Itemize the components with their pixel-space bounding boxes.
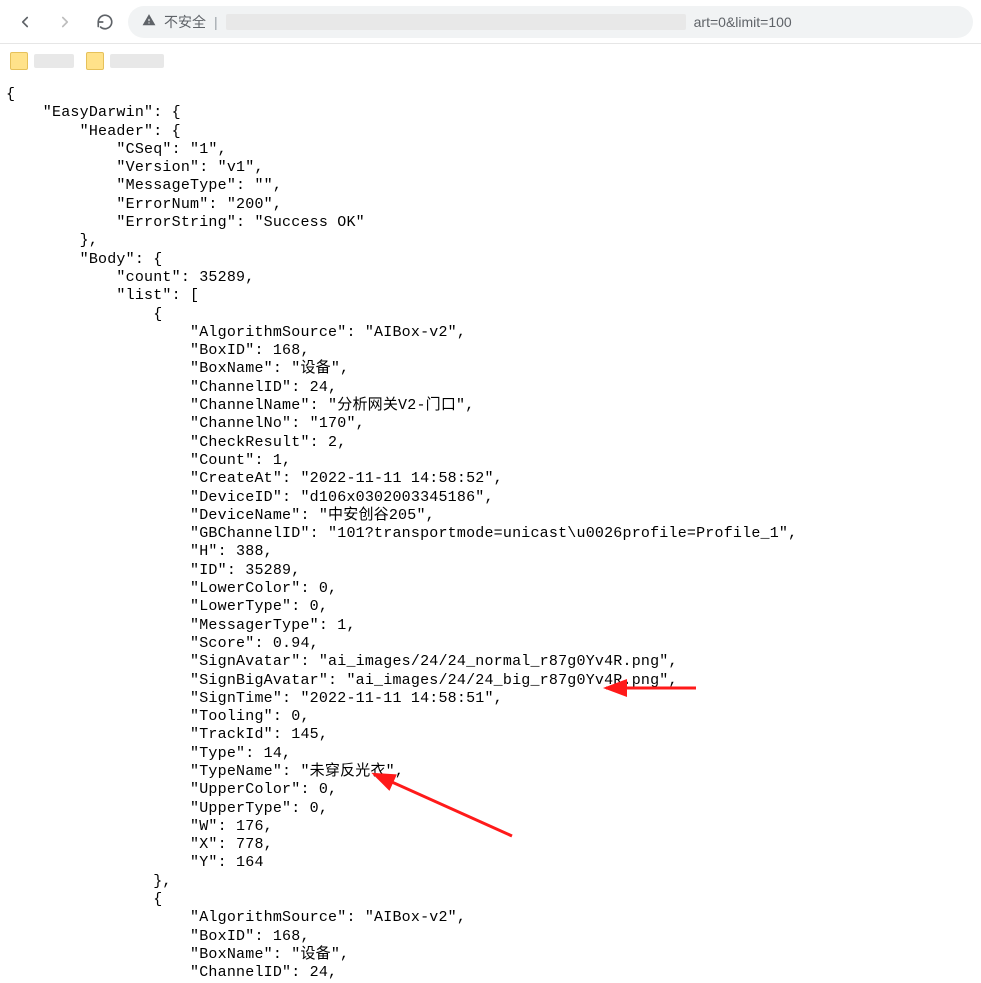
bookmarks-bar [0,44,981,78]
forward-button[interactable] [48,5,82,39]
json-body: { "EasyDarwin": { "Header": { "CSeq": "1… [0,78,981,983]
address-divider: | [214,14,218,30]
folder-icon [86,52,104,70]
bookmark-label-redacted [110,54,164,68]
bookmark-label-redacted [34,54,74,68]
url-visible-suffix: art=0&limit=100 [694,14,792,30]
address-bar[interactable]: 不安全 | art=0&limit=100 [128,6,973,38]
insecure-icon [142,13,156,30]
url-redacted [226,14,686,30]
insecure-label: 不安全 [164,12,206,32]
reload-button[interactable] [88,5,122,39]
browser-toolbar: 不安全 | art=0&limit=100 [0,0,981,44]
back-button[interactable] [8,5,42,39]
bookmark-item[interactable] [86,52,164,70]
bookmark-item[interactable] [10,52,74,70]
folder-icon [10,52,28,70]
